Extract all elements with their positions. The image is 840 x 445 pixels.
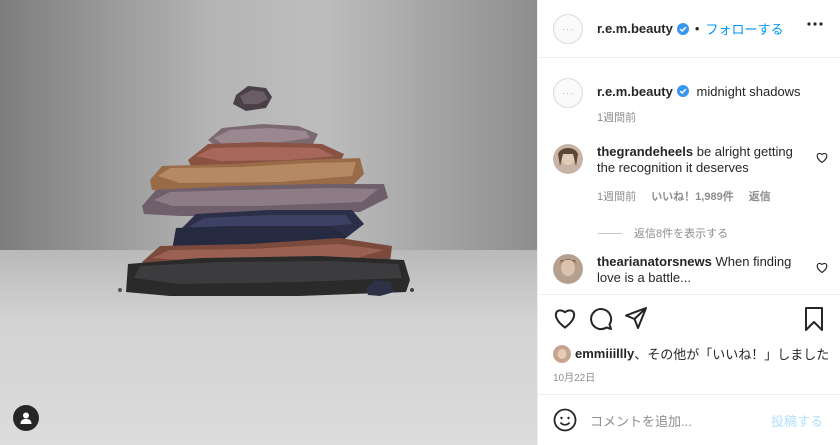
replies-divider [598,232,622,234]
heart-icon[interactable] [816,152,828,163]
verified-badge-icon [676,85,689,97]
comment-icon[interactable] [589,307,613,331]
heart-icon[interactable] [553,307,577,329]
caption-text-row: r.e.m.beauty midnight shadows [597,84,802,100]
reply-button[interactable]: 返信 [749,191,771,203]
comment-username[interactable]: thearianatorsnews [597,254,712,269]
comment-meta: 1週間前 いいね！1,989件 返信 [597,188,783,204]
post-dialog: ··· r.e.m.beauty • フォローする ··· r.e.m.beau… [0,0,840,445]
post-header: ··· r.e.m.beauty • フォローする [538,0,840,58]
action-bar [538,294,840,338]
post-side-panel: ··· r.e.m.beauty • フォローする ··· r.e.m.beau… [537,0,840,445]
view-replies-label: 返信8件を表示する [634,228,729,240]
bookmark-icon[interactable] [804,307,824,331]
post-comment-button[interactable]: 投稿する [771,411,823,430]
follow-button[interactable]: フォローする [705,19,783,38]
caption-text: midnight shadows [696,84,801,99]
view-replies-button[interactable]: 返信8件を表示する [598,225,728,241]
more-options-icon[interactable] [807,22,823,26]
commenter-avatar[interactable] [553,254,583,284]
liker-username[interactable]: emmiiillly [575,346,634,361]
comment-username[interactable]: thegrandeheels [597,144,693,159]
caption-username[interactable]: r.e.m.beauty [597,84,673,99]
header-separator: • [694,21,700,36]
post-photo[interactable] [0,0,537,445]
author-avatar[interactable]: ··· [553,13,583,44]
commenter-avatar[interactable] [553,144,583,174]
comment-input[interactable]: コメントを追加... [590,411,771,430]
liker-avatar[interactable] [553,344,571,363]
comment-time[interactable]: 1週間前 [597,191,636,203]
share-icon[interactable] [625,307,647,329]
heart-icon[interactable] [816,262,828,273]
caption-avatar[interactable]: ··· [553,78,583,108]
add-comment-bar: コメントを追加... 投稿する [538,394,840,445]
post-date[interactable]: 10月22日 [553,369,595,384]
eyeshadow-stack-image [118,86,414,296]
author-username[interactable]: r.e.m.beauty [597,21,673,36]
user-tag-icon[interactable] [13,405,39,431]
verified-badge-icon [676,22,689,35]
emoji-icon[interactable] [553,408,577,432]
comment-likes[interactable]: いいね！1,989件 [651,191,734,203]
comment-text-row: thearianatorsnews When finding love is a… [597,254,802,286]
caption-time[interactable]: 1週間前 [597,112,636,124]
likes-summary: emmiiillly 、その他が「いいね！」しました [553,344,829,363]
caption-meta: 1週間前 [597,109,648,125]
comment-text-row: thegrandeheels be alright getting the re… [597,144,802,176]
likes-text[interactable]: 、その他が「いいね！」しました [634,344,829,363]
comments-list[interactable]: ··· r.e.m.beauty midnight shadows 1週間前 t… [538,58,840,294]
